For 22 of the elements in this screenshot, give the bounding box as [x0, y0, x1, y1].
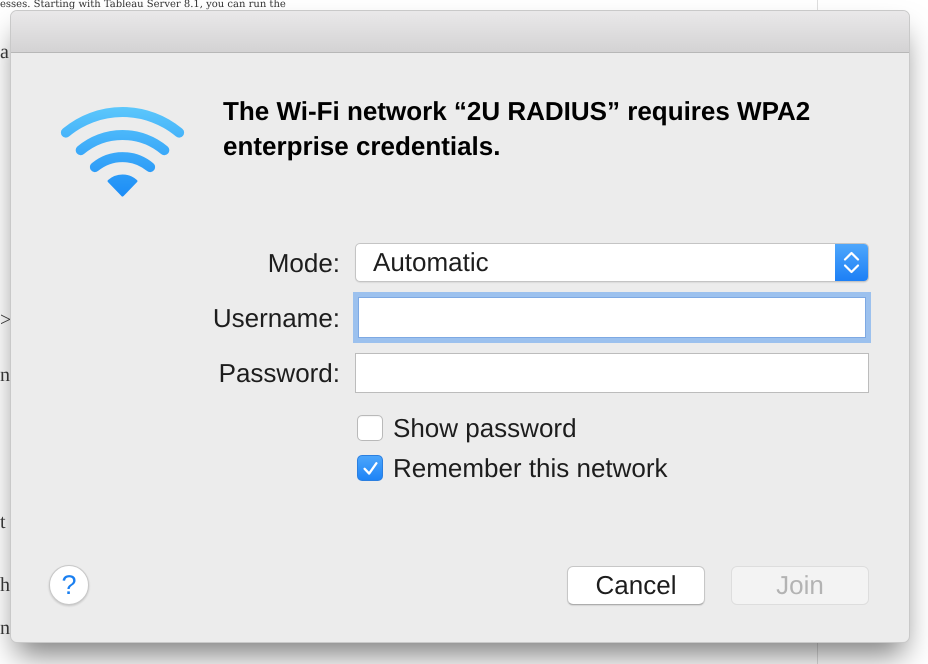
cancel-button[interactable]: Cancel — [567, 566, 705, 604]
username-field[interactable] — [358, 297, 866, 338]
page-text: h — [0, 575, 10, 595]
checkbox[interactable] — [357, 455, 383, 481]
field-label: Username: — [212, 302, 340, 332]
password-field[interactable] — [355, 353, 869, 393]
page-text: n — [0, 618, 10, 638]
mode-select[interactable]: Automatic — [355, 243, 869, 282]
page-text: a — [0, 42, 9, 62]
help-button[interactable]: ? — [49, 565, 89, 605]
checkbox-label[interactable]: Remember this network — [393, 453, 668, 483]
field-label: Password: — [218, 358, 340, 388]
checkbox[interactable] — [357, 415, 383, 441]
dialog-heading: The Wi-Fi network “2U RADIUS” requires WPA2 enterprise credentials. — [223, 95, 812, 163]
page-text: t — [0, 512, 6, 532]
checkbox-label[interactable]: Show password — [393, 413, 577, 443]
up-down-chevrons-icon — [835, 244, 868, 281]
field-label: Mode: — [268, 248, 340, 278]
checkmark-icon — [362, 462, 378, 474]
wifi-icon — [60, 106, 185, 198]
page-text: > — [0, 310, 12, 330]
page-text: n — [0, 365, 10, 385]
